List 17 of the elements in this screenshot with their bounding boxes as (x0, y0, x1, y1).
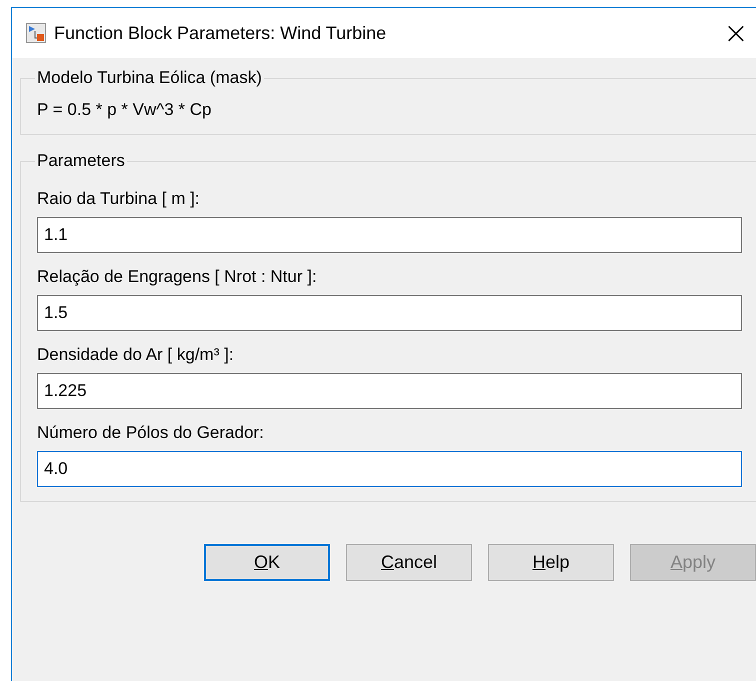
input-field[interactable]: 4.0 (37, 451, 742, 487)
group-title: Parameters (36, 151, 126, 171)
dialog-button[interactable]: Help (488, 544, 614, 581)
input-field[interactable]: 1.5 (37, 295, 742, 331)
field-label: Relação de Engragens [ Nrot : Ntur ]: (37, 267, 318, 287)
field-label: Densidade do Ar [ kg/m³ ]: (37, 345, 235, 365)
dialog-button[interactable]: OK (204, 544, 330, 581)
close-button[interactable]: × (716, 13, 756, 53)
dialog-button[interactable]: Cancel (346, 544, 472, 581)
block-icon (26, 23, 46, 43)
input-field[interactable]: 1.1 (37, 217, 742, 253)
field-label: Raio da Turbina [ m ]: (37, 189, 201, 209)
field-label: Número de Pólos do Gerador: (37, 423, 265, 443)
input-field[interactable]: 1.225 (37, 373, 742, 409)
group-title: Modelo Turbina Eólica (mask) (36, 68, 263, 88)
description-text: P = 0.5 * p * Vw^3 * Cp (37, 100, 212, 120)
window-title: Function Block Parameters: Wind Turbine (54, 22, 388, 44)
